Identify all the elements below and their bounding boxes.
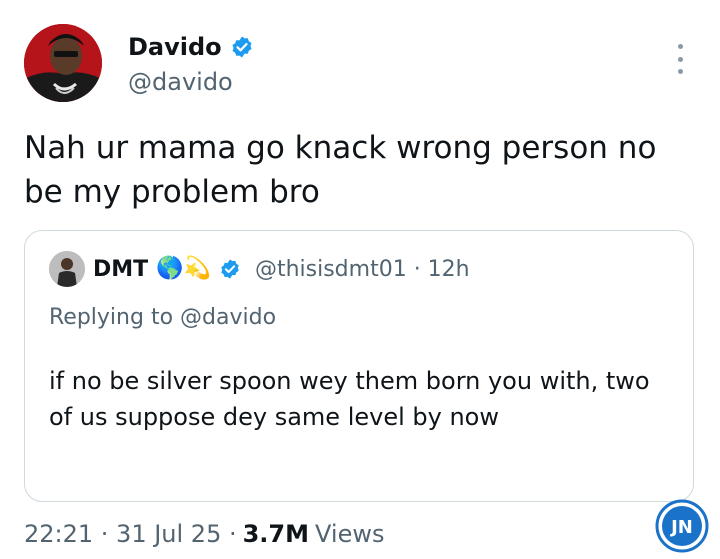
- quoted-name-emojis: 🌎💫: [156, 256, 211, 281]
- dot: [677, 69, 683, 74]
- tweet-text: Nah ur mama go knack wrong person no be …: [24, 130, 657, 210]
- views-label: Views: [315, 520, 385, 548]
- quoted-handle-time[interactable]: @thisisdmt01 · 12h: [255, 257, 470, 282]
- quoted-author-name[interactable]: DMT: [93, 257, 148, 282]
- dot: [677, 56, 683, 62]
- dot: [677, 44, 683, 49]
- tweet-author[interactable]: Davido @davido: [128, 30, 254, 96]
- avatar[interactable]: [24, 24, 102, 102]
- jn-watermark-logo: JN: [654, 498, 710, 554]
- jn-logo-icon: JN: [655, 499, 709, 553]
- views-count: 3.7M: [242, 520, 310, 548]
- quoted-tweet-header: DMT 🌎💫 @thisisdmt01 · 12h: [49, 251, 470, 287]
- tweet-timestamp[interactable]: 22:21 · 31 Jul 25 ·: [24, 520, 237, 548]
- quoted-tweet-text: if no be silver spoon wey them born you …: [49, 367, 650, 431]
- tweet-meta: 22:21 · 31 Jul 25 · 3.7M Views: [24, 520, 384, 548]
- jn-logo-text: JN: [669, 517, 693, 538]
- author-handle[interactable]: @davido: [128, 68, 254, 96]
- verified-badge-icon: [232, 36, 252, 58]
- replying-to[interactable]: Replying to @davido: [49, 305, 276, 330]
- quoted-avatar-image: [49, 251, 85, 287]
- quoted-tweet[interactable]: DMT 🌎💫 @thisisdmt01 · 12h Replying to @d…: [24, 230, 694, 502]
- quoted-avatar[interactable]: [49, 251, 85, 287]
- author-name[interactable]: Davido: [128, 33, 222, 61]
- avatar-image: [24, 24, 102, 102]
- verified-badge-icon: [221, 259, 239, 279]
- more-options-icon[interactable]: [670, 44, 690, 74]
